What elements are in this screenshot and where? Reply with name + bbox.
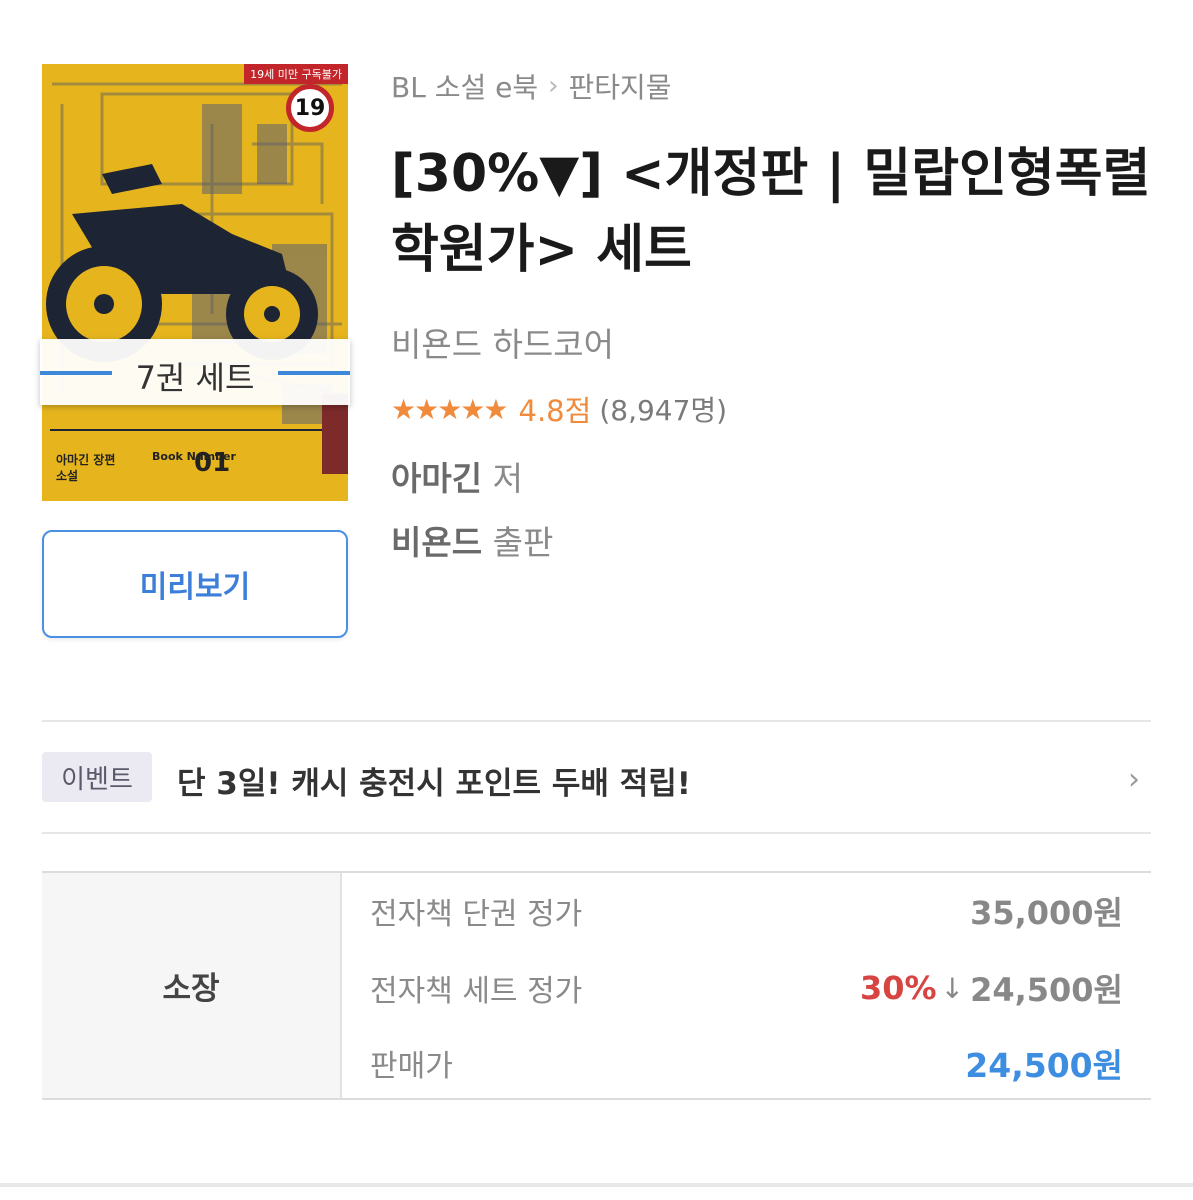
breadcrumb-category[interactable]: BL 소설 e북 [391, 66, 538, 106]
discount-percent: 30% [860, 969, 937, 1007]
chevron-right-icon: › [548, 71, 559, 101]
breadcrumb-genre[interactable]: 판타지물 [569, 66, 672, 106]
price-label: 판매가 [370, 1049, 453, 1084]
cover-author-label: 아마긴 장편소설 [56, 453, 116, 483]
price-row-set: 전자책 세트 정가 30% ↓ 24,500원 [370, 968, 1123, 1009]
rating-row[interactable]: ★★★★★ 4.8점 (8,947명) [391, 388, 727, 430]
rating-count: (8,947명) [599, 394, 728, 427]
book-title: [30%▼] <개정판 | 밀랍인형폭렬학원가> 세트 [391, 144, 1151, 280]
age-19-icon: 19 [286, 84, 334, 132]
breadcrumb: BL 소설 e북 › 판타지물 [391, 66, 672, 106]
price-value: 35,000원 [970, 894, 1123, 932]
chevron-right-icon[interactable]: › [1128, 762, 1140, 797]
set-count-band: 7권 세트 [40, 339, 350, 405]
publisher-suffix: 출판 [492, 523, 554, 562]
price-value: 24,500원 [970, 971, 1123, 1009]
imprint-name[interactable]: 비욘드 하드코어 [391, 318, 614, 366]
author-suffix: 저 [492, 459, 523, 498]
arrow-down-icon: ↓ [940, 971, 965, 1005]
publisher-name[interactable]: 비욘드 [391, 523, 482, 562]
divider [42, 832, 1151, 834]
author-name[interactable]: 아마긴 [391, 459, 482, 498]
set-count-label: 7권 세트 [135, 359, 255, 397]
sale-price: 24,500원 [965, 1046, 1123, 1085]
price-label: 전자책 단권 정가 [370, 897, 583, 932]
event-banner-text[interactable]: 단 3일! 캐시 충전시 포인트 두배 적립! [177, 758, 691, 803]
divider [42, 720, 1151, 722]
publisher-line: 비욘드 출판 [391, 516, 553, 564]
bottom-divider [0, 1183, 1193, 1187]
price-table: 소장 전자책 단권 정가 35,000원 전자책 세트 정가 30% ↓ 24,… [42, 871, 1151, 1100]
price-row-single: 전자책 단권 정가 35,000원 [370, 891, 1123, 932]
star-rating-icon: ★★★★★ [391, 392, 509, 426]
age-restriction-badge: 19세 미만 구독불가 [244, 64, 348, 84]
rating-score: 4.8점 [518, 394, 592, 428]
price-row-sale: 판매가 24,500원 [370, 1043, 1123, 1085]
cover-book-number: 01 [194, 448, 231, 478]
preview-button[interactable]: 미리보기 [42, 530, 348, 638]
own-label: 소장 [42, 873, 342, 1098]
price-label: 전자책 세트 정가 [370, 974, 583, 1009]
event-tag: 이벤트 [42, 752, 152, 802]
author-line: 아마긴 저 [391, 452, 523, 500]
